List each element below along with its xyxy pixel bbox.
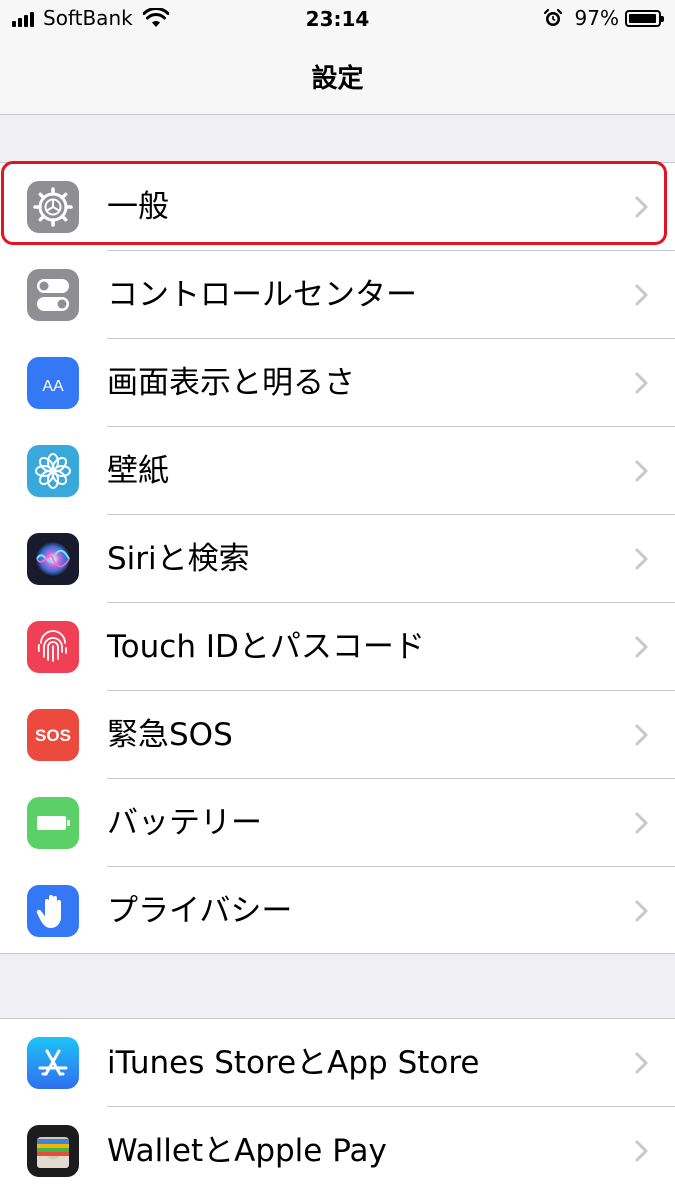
settings-screen: SoftBank 23:14 97% 設定 一般 コントロールセンター AA 画… (0, 0, 675, 1200)
settings-row-itunes-app-store[interactable]: iTunes StoreとApp Store (0, 1019, 675, 1107)
settings-row-control-center[interactable]: コントロールセンター (0, 251, 675, 339)
settings-row-emergency-sos[interactable]: SOS 緊急SOS (0, 691, 675, 779)
settings-row-label: Touch IDとパスコード (107, 629, 425, 665)
settings-row-siri-search[interactable]: Siriと検索 (0, 515, 675, 603)
chevron-right-icon (635, 812, 648, 834)
chevron-right-icon (635, 900, 648, 922)
chevron-right-icon (635, 548, 648, 570)
settings-row-label: Siriと検索 (107, 541, 250, 577)
alarm-icon (543, 8, 562, 26)
battery-icon (625, 9, 664, 27)
battery-percentage: 97% (574, 6, 619, 30)
status-bar: SoftBank 23:14 97% (0, 0, 675, 40)
settings-row-label: バッテリー (107, 805, 262, 841)
chevron-right-icon (635, 1140, 648, 1162)
chevron-right-icon (635, 196, 648, 218)
settings-row-label: iTunes StoreとApp Store (107, 1045, 480, 1081)
chevron-right-icon (635, 284, 648, 306)
settings-row-label: コントロールセンター (107, 277, 417, 313)
settings-row-label: 画面表示と明るさ (107, 365, 355, 401)
battery-icon (27, 797, 79, 849)
status-right: 97% (543, 6, 664, 30)
chevron-right-icon (635, 372, 648, 394)
sos-icon: SOS (27, 709, 79, 761)
chevron-right-icon (635, 1052, 648, 1074)
settings-group-store: iTunes StoreとApp Store WalletとApple Pay (0, 1018, 675, 1200)
settings-row-wallet-apple-pay[interactable]: WalletとApple Pay (0, 1107, 675, 1195)
hand-icon (27, 885, 79, 937)
settings-row-label: 一般 (107, 189, 169, 225)
settings-row-label: プライバシー (107, 893, 293, 929)
chevron-right-icon (635, 724, 648, 746)
settings-row-wallpaper[interactable]: 壁紙 (0, 427, 675, 515)
settings-row-label: 緊急SOS (107, 717, 233, 753)
toggles-icon (27, 269, 79, 321)
settings-row-privacy[interactable]: プライバシー (0, 867, 675, 955)
navigation-bar: 設定 (0, 40, 675, 115)
settings-row-label: 壁紙 (107, 453, 169, 489)
settings-row-touch-id-passcode[interactable]: Touch IDとパスコード (0, 603, 675, 691)
app-store-icon (27, 1037, 79, 1089)
chevron-right-icon (635, 636, 648, 658)
display-icon-text: AA (42, 378, 64, 395)
siri-icon (27, 533, 79, 585)
settings-group-main: 一般 コントロールセンター AA 画面表示と明るさ 壁紙 Siriと検索 Tou… (0, 162, 675, 954)
gear-icon (27, 181, 79, 233)
display-text-icon: AA (27, 357, 79, 409)
battery-fill (629, 13, 657, 23)
fingerprint-icon (27, 621, 79, 673)
sos-icon-text: SOS (35, 726, 71, 745)
flower-icon (27, 445, 79, 497)
settings-row-general[interactable]: 一般 (0, 163, 675, 251)
wallet-icon (27, 1125, 79, 1177)
settings-row-battery[interactable]: バッテリー (0, 779, 675, 867)
settings-row-display-brightness[interactable]: AA 画面表示と明るさ (0, 339, 675, 427)
chevron-right-icon (635, 460, 648, 482)
page-title: 設定 (311, 64, 364, 94)
settings-row-label: WalletとApple Pay (107, 1133, 387, 1169)
